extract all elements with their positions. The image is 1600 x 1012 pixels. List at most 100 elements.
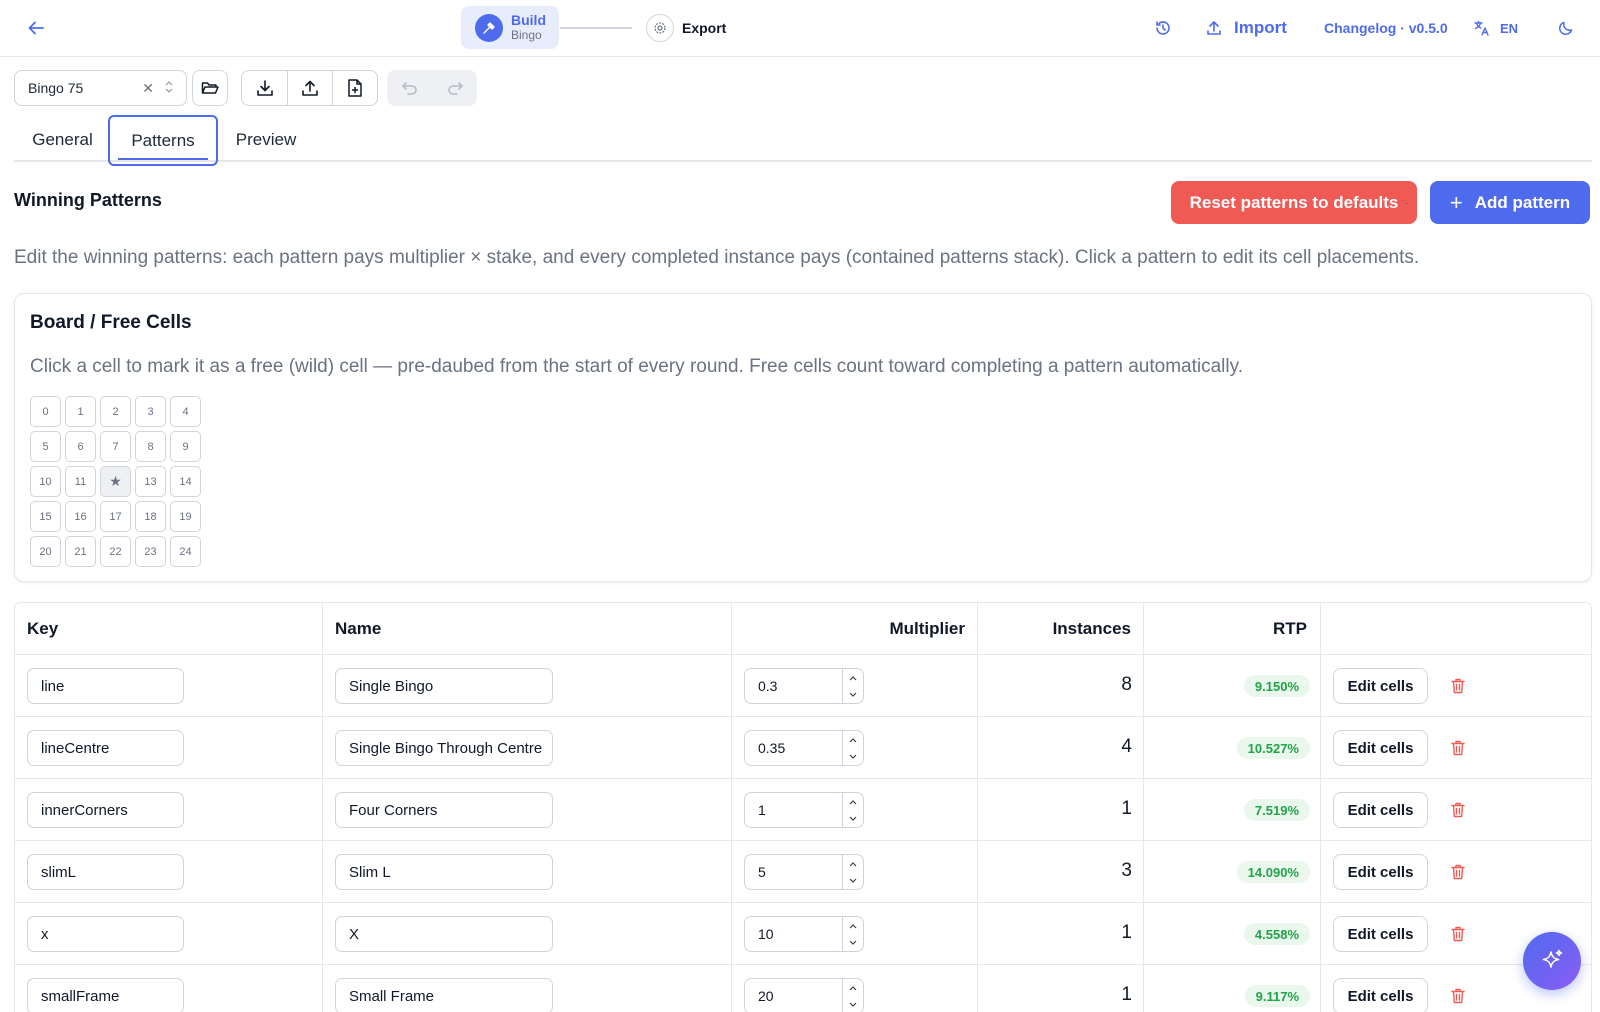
board-cell[interactable]: 18 bbox=[135, 501, 166, 532]
tab-preview[interactable]: Preview bbox=[218, 117, 314, 162]
tab-patterns[interactable]: Patterns bbox=[108, 115, 218, 166]
file-actions-group bbox=[241, 70, 378, 106]
folder-open-icon bbox=[193, 71, 227, 105]
new-file-icon[interactable] bbox=[332, 71, 377, 105]
edit-cells-button[interactable]: Edit cells bbox=[1333, 668, 1428, 704]
back-arrow-icon[interactable] bbox=[24, 16, 48, 40]
step-export[interactable]: Export bbox=[646, 13, 726, 43]
trash-icon[interactable] bbox=[1448, 800, 1468, 820]
header-multiplier: Multiplier bbox=[889, 618, 965, 638]
key-input[interactable]: smallFrame bbox=[27, 978, 184, 1012]
board-cell[interactable]: 7 bbox=[100, 431, 131, 462]
add-pattern-button[interactable]: + Add pattern bbox=[1430, 181, 1590, 224]
patterns-table: Key Name Multiplier Instances RTP line Si… bbox=[14, 602, 1592, 1012]
instances-value: 1 bbox=[1121, 922, 1132, 943]
board-cell[interactable]: 3 bbox=[135, 396, 166, 427]
undo-redo-group bbox=[387, 70, 477, 106]
multiplier-value: 10 bbox=[758, 926, 774, 942]
board-cell[interactable]: 5 bbox=[30, 431, 61, 462]
game-select[interactable]: Bingo 75 ✕ bbox=[14, 70, 187, 106]
board-cell[interactable]: 23 bbox=[135, 536, 166, 567]
stepper-icon[interactable] bbox=[842, 669, 863, 703]
table-row: line Single Bingo 0.3 8 9.150% Edit cells bbox=[15, 655, 1591, 717]
stepper-icon[interactable] bbox=[842, 855, 863, 889]
trash-icon[interactable] bbox=[1448, 924, 1468, 944]
board-cell[interactable]: 16 bbox=[65, 501, 96, 532]
header-instances: Instances bbox=[1052, 618, 1131, 638]
stepper-icon[interactable] bbox=[842, 917, 863, 951]
history-icon[interactable] bbox=[1154, 14, 1172, 42]
stepper-icon[interactable] bbox=[842, 979, 863, 1012]
multiplier-input[interactable]: 1 bbox=[744, 792, 864, 828]
board-cell[interactable]: 22 bbox=[100, 536, 131, 567]
board-cell[interactable]: 15 bbox=[30, 501, 61, 532]
tab-general[interactable]: General bbox=[14, 117, 111, 162]
open-folder-button[interactable] bbox=[192, 70, 228, 106]
edit-cells-button[interactable]: Edit cells bbox=[1333, 978, 1428, 1012]
reset-patterns-button[interactable]: Reset patterns to defaults bbox=[1171, 181, 1417, 224]
edit-cells-button[interactable]: Edit cells bbox=[1333, 916, 1428, 952]
board-cell[interactable]: 13 bbox=[135, 466, 166, 497]
board-cell[interactable]: 20 bbox=[30, 536, 61, 567]
key-input[interactable]: x bbox=[27, 916, 184, 952]
board-cell[interactable]: 1 bbox=[65, 396, 96, 427]
board-cell-free[interactable]: ★ bbox=[100, 466, 131, 497]
upload-icon[interactable] bbox=[287, 71, 332, 105]
key-input[interactable]: lineCentre bbox=[27, 730, 184, 766]
clear-icon[interactable]: ✕ bbox=[142, 80, 154, 97]
multiplier-input[interactable]: 0.3 bbox=[744, 668, 864, 704]
board-cell[interactable]: 0 bbox=[30, 396, 61, 427]
key-input[interactable]: slimL bbox=[27, 854, 184, 890]
board-cell[interactable]: 10 bbox=[30, 466, 61, 497]
stepper-icon[interactable] bbox=[842, 793, 863, 827]
download-icon[interactable] bbox=[242, 71, 287, 105]
import-button[interactable]: Import bbox=[1206, 14, 1287, 42]
board-grid: 0 1 2 3 4 5 6 7 8 9 10 11 ★ 13 14 15 16 17 18 19 20 21 22 23 24 bbox=[30, 396, 204, 568]
name-input[interactable]: Slim L bbox=[335, 854, 553, 890]
changelog-link[interactable]: Changelog · v0.5.0 bbox=[1324, 14, 1448, 42]
board-cell[interactable]: 17 bbox=[100, 501, 131, 532]
name-input[interactable]: X bbox=[335, 916, 553, 952]
board-cell[interactable]: 4 bbox=[170, 396, 201, 427]
board-cell[interactable]: 9 bbox=[170, 431, 201, 462]
name-input[interactable]: Small Frame bbox=[335, 978, 553, 1012]
board-cell[interactable]: 14 bbox=[170, 466, 201, 497]
step-connector bbox=[560, 27, 632, 29]
language-switcher[interactable]: EN bbox=[1473, 14, 1518, 42]
chevron-up-down-icon bbox=[164, 79, 174, 98]
board-cell[interactable]: 6 bbox=[65, 431, 96, 462]
name-input[interactable]: Four Corners bbox=[335, 792, 553, 828]
stepper-icon[interactable] bbox=[842, 731, 863, 765]
trash-icon[interactable] bbox=[1448, 676, 1468, 696]
edit-cells-button[interactable]: Edit cells bbox=[1333, 792, 1428, 828]
ai-assistant-sparkle-button[interactable] bbox=[1523, 932, 1581, 990]
name-input[interactable]: Single Bingo Through Centre bbox=[335, 730, 553, 766]
multiplier-input[interactable]: 5 bbox=[744, 854, 864, 890]
rtp-badge: 14.090% bbox=[1236, 861, 1310, 883]
board-cell[interactable]: 19 bbox=[170, 501, 201, 532]
trash-icon[interactable] bbox=[1448, 986, 1468, 1006]
board-cell[interactable]: 24 bbox=[170, 536, 201, 567]
step-build[interactable]: Build Bingo bbox=[461, 6, 559, 49]
board-cell[interactable]: 2 bbox=[100, 396, 131, 427]
trash-icon[interactable] bbox=[1448, 862, 1468, 882]
trash-icon[interactable] bbox=[1448, 738, 1468, 758]
undo-icon[interactable] bbox=[387, 70, 432, 106]
redo-icon[interactable] bbox=[432, 70, 477, 106]
edit-cells-button[interactable]: Edit cells bbox=[1333, 854, 1428, 890]
board-cell[interactable]: 11 bbox=[65, 466, 96, 497]
multiplier-input[interactable]: 0.35 bbox=[744, 730, 864, 766]
key-input[interactable]: line bbox=[27, 668, 184, 704]
dark-mode-moon-icon[interactable] bbox=[1558, 14, 1574, 42]
multiplier-input[interactable]: 10 bbox=[744, 916, 864, 952]
instances-value: 1 bbox=[1121, 984, 1132, 1005]
board-cell[interactable]: 8 bbox=[135, 431, 166, 462]
board-cell[interactable]: 21 bbox=[65, 536, 96, 567]
key-input[interactable]: innerCorners bbox=[27, 792, 184, 828]
tab-bar: General Patterns Preview bbox=[14, 115, 1592, 166]
multiplier-input[interactable]: 20 bbox=[744, 978, 864, 1012]
edit-cells-button[interactable]: Edit cells bbox=[1333, 730, 1428, 766]
multiplier-value: 0.35 bbox=[758, 740, 786, 756]
add-pattern-label: Add pattern bbox=[1474, 192, 1571, 212]
name-input[interactable]: Single Bingo bbox=[335, 668, 553, 704]
